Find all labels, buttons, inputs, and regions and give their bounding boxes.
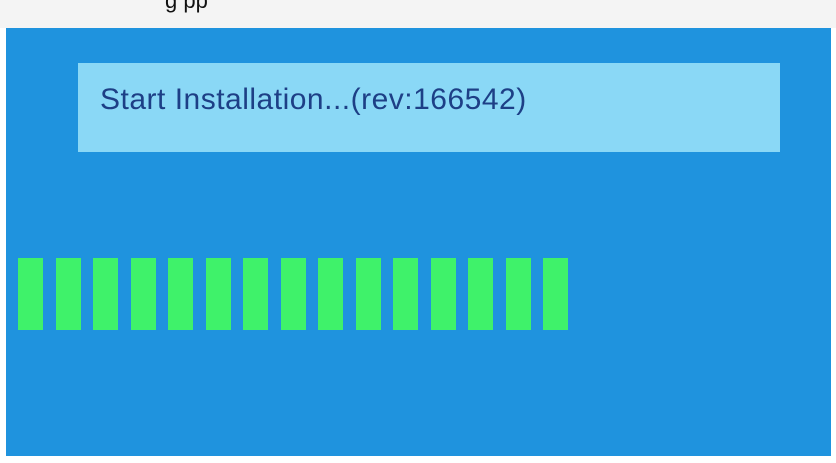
progress-block: [543, 258, 568, 330]
progress-block: [168, 258, 193, 330]
installation-status-text: Start Installation...(rev:166542): [100, 83, 527, 116]
progress-block: [243, 258, 268, 330]
top-cropped-strip: g pp: [0, 0, 836, 28]
progress-block: [280, 258, 306, 330]
progress-block: [468, 258, 493, 330]
progress-block: [355, 258, 381, 330]
progress-block: [430, 258, 456, 330]
bottom-border: [0, 456, 836, 463]
progress-block: [318, 258, 343, 330]
installer-screen: Start Installation...(rev:166542): [6, 28, 831, 456]
progress-block: [55, 258, 81, 330]
progress-block: [505, 258, 531, 330]
installation-progress-bar: [18, 258, 578, 330]
cropped-caption-text: g pp: [165, 0, 208, 13]
installation-message-box: Start Installation...(rev:166542): [78, 63, 780, 152]
progress-block: [205, 258, 231, 330]
progress-block: [93, 258, 118, 330]
progress-block: [393, 258, 418, 330]
progress-block: [130, 258, 156, 330]
progress-block: [18, 258, 43, 330]
